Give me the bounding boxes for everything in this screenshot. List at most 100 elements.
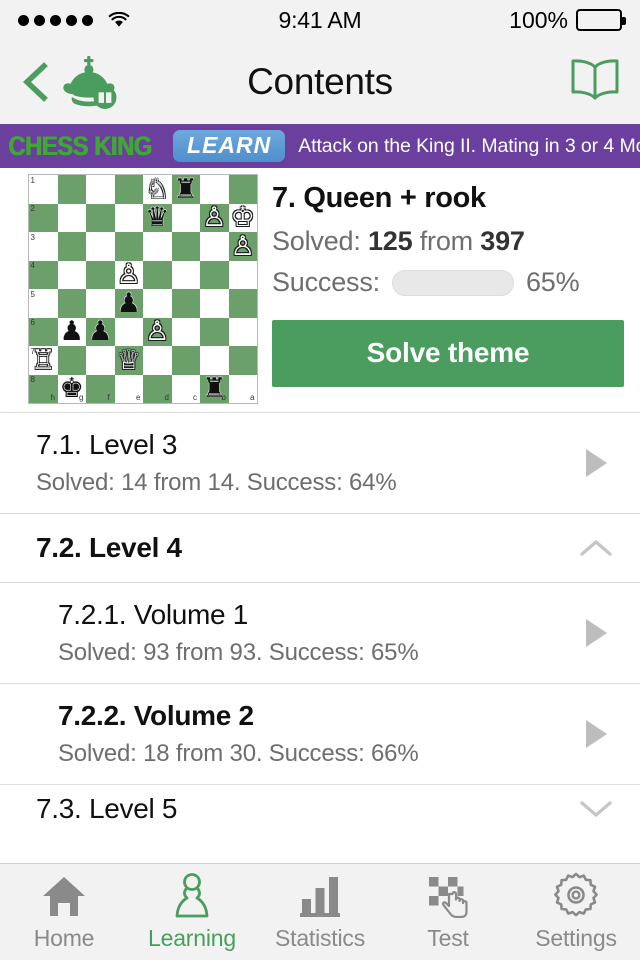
chevron-down-icon[interactable] [574,799,618,819]
chapter-row-title: 7.3. Level 5 [36,793,178,821]
chapter-row-title: 7.1. Level 3 [36,429,178,460]
theme-header: 1 2 3 4 5 6 7 8 h g f e d c b a ♘ ♜ ♛ ♙ ♔ ♙ ♙ ♟ ♟ ♟ ♙ ♖ ♕ ♚ ♜ 7. Queen… [0,168,640,412]
chapter-row[interactable]: 7.3. Level 5 [0,785,640,821]
chess-king-wordmark: CHESS KING [8,130,152,161]
battery-icon [576,9,626,31]
board-file-label: h [50,393,55,402]
board-square [171,317,200,346]
learn-badge: LEARN [173,130,286,162]
board-square [171,260,200,289]
board-square [143,260,172,289]
course-banner: CHESS KING LEARN Attack on the King II. … [0,124,640,168]
chess-board-thumbnail[interactable]: 1 2 3 4 5 6 7 8 h g f e d c b a ♘ ♜ ♛ ♙ ♔ ♙ ♙ ♟ ♟ ♟ ♙ ♖ ♕ ♚ ♜ [28,174,258,404]
nav-bar: Contents [0,40,640,124]
house-icon [41,872,87,918]
chess-king-logo-icon[interactable] [58,54,120,110]
chapter-row[interactable]: 7.2. Level 4 [0,514,640,583]
theme-info: 7. Queen + rook Solved: 125 from 397 Suc… [258,174,640,404]
tab-home[interactable]: Home [0,864,128,960]
board-square [86,374,115,403]
bottom-tab-bar: Home Learning Statistics Test Settings [0,863,640,960]
board-file-label: f [107,393,110,402]
solve-theme-button[interactable]: Solve theme [272,320,624,387]
chapter-row[interactable]: 7.2.1. Volume 1 Solved: 93 from 93. Succe… [0,583,640,684]
tab-label: Statistics [274,925,366,951]
tab-settings[interactable]: Settings [512,864,640,960]
theme-solved-stat: Solved: 125 from 397 [272,226,632,257]
board-square [200,175,229,204]
chapter-list: 7.1. Level 3 Solved: 14 from 14. Success:… [0,412,640,821]
board-rank-label: 3 [30,232,35,242]
tab-learning[interactable]: Learning [128,864,256,960]
tab-statistics[interactable]: Statistics [256,864,384,960]
board-rank-label: 6 [30,318,35,327]
chapter-row-text: 7.2. Level 4 [36,532,574,564]
play-triangle-icon[interactable] [574,449,618,477]
play-triangle-icon[interactable] [574,619,618,647]
board-square [57,175,86,204]
tab-label: Test [427,925,469,951]
tab-label: Home [33,925,95,951]
tab-test[interactable]: Test [384,864,512,960]
board-square [171,232,200,261]
chapter-row-stats: Solved: 93 from 93. Success: 65% [58,639,419,666]
board-square [228,175,257,204]
board-square [143,317,172,346]
gear-icon [553,872,599,918]
chapter-row-text: 7.2.1. Volume 1 Solved: 93 from 93. Succe… [58,599,574,667]
chapter-row-title: 7.2.1. Volume 1 [58,599,249,630]
tab-label: Settings [535,925,617,951]
success-percent: 65% [525,267,580,297]
board-square [143,346,172,375]
chapter-row-text: 7.1. Level 3 Solved: 14 from 14. Success:… [36,429,574,497]
board-square [57,232,86,261]
board-square [114,175,143,204]
play-triangle-icon[interactable] [574,720,618,748]
chapter-row-title: 7.2.2. Volume 2 [58,700,254,731]
book-icon[interactable] [568,58,622,107]
board-file-label: d [164,393,169,402]
board-square [143,289,172,318]
theme-success-stat: Success: 65% [272,267,632,298]
board-square [57,346,86,375]
bar-chart-icon [297,872,343,918]
board-square [228,232,257,261]
board-square [86,260,115,289]
board-square [143,232,172,261]
chapter-row-text: 7.3. Level 5 [36,793,574,821]
chapter-row[interactable]: 7.1. Level 3 Solved: 14 from 14. Success:… [0,413,640,514]
checkerboard-hand-icon [425,872,471,918]
board-rank-label: 5 [30,289,35,299]
course-title: Attack on the King II. Mating in 3 or 4 … [298,134,640,157]
chapter-row-text: 7.2.2. Volume 2 Solved: 18 from 30. Succe… [58,700,574,768]
content-scroll-area[interactable]: 1 2 3 4 5 6 7 8 h g f e d c b a ♘ ♜ ♛ ♙ ♔ ♙ ♙ ♟ ♟ ♟ ♙ ♖ ♕ ♚ ♜ 7. Queen… [0,168,640,863]
board-square [114,346,143,375]
status-bar-time: 9:41 AM [278,6,362,33]
chapter-row[interactable]: 7.2.2. Volume 2 Solved: 18 from 30. Succe… [0,684,640,785]
board-square [143,175,172,204]
board-square [86,232,115,261]
board-rank-label: 2 [30,204,35,213]
board-rank-label: 4 [30,261,35,270]
board-square [114,317,143,346]
board-square [200,232,229,261]
total-count: 397 [480,226,525,256]
board-square [114,232,143,261]
nav-bar-left [18,54,120,110]
board-square [57,317,86,346]
success-progress-bar [391,269,514,296]
board-square [86,317,115,346]
chess-board: 1 2 3 4 5 6 7 8 h g f e d c b a ♘ ♜ ♛ ♙ ♔ ♙ ♙ ♟ ♟ ♟ ♙ ♖ ♕ ♚ ♜ [28,174,258,404]
chess-pawn-icon [172,872,212,918]
chevron-up-icon[interactable] [574,538,618,558]
board-square [228,346,257,375]
chapter-row-stats: Solved: 14 from 14. Success: 64% [36,469,397,496]
chapter-row-title: 7.2. Level 4 [36,532,182,563]
board-square [200,203,229,232]
board-square [171,289,200,318]
board-square [86,289,115,318]
back-chevron-icon[interactable] [18,61,52,103]
tab-label: Learning [148,925,236,951]
chapter-row-stats: Solved: 18 from 30. Success: 66% [58,740,419,767]
success-label: Success: [272,267,380,297]
